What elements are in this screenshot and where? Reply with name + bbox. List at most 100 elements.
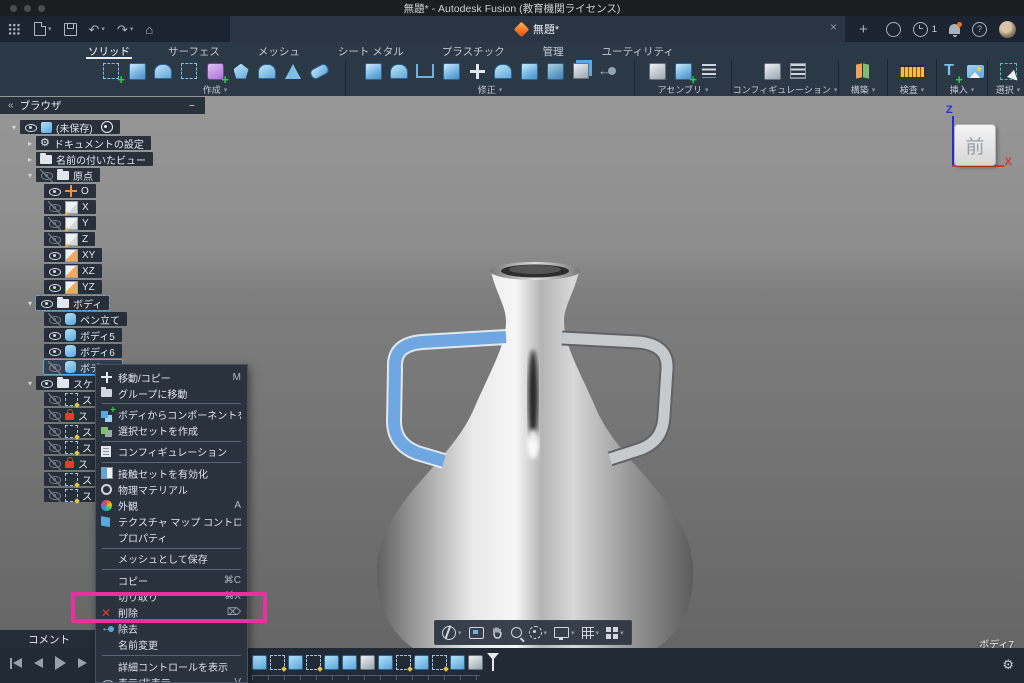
pipe-icon[interactable]: [308, 60, 330, 82]
tab-sheet-metal[interactable]: シート メタル: [336, 44, 406, 59]
revolve-icon[interactable]: [152, 60, 174, 82]
tab-utilities[interactable]: ユーティリティ: [600, 44, 676, 59]
create-form-icon[interactable]: [204, 60, 226, 82]
trim-icon[interactable]: [518, 60, 540, 82]
configuration-icon[interactable]: [761, 60, 783, 82]
align-icon[interactable]: [492, 60, 514, 82]
visibility-eye-icon[interactable]: [40, 377, 53, 390]
timeline-extrude-feature[interactable]: [324, 655, 339, 670]
press-pull-icon[interactable]: [362, 60, 384, 82]
browser-header[interactable]: « ブラウザ −: [0, 97, 205, 114]
menu-item-move-to-group[interactable]: グループに移動: [96, 385, 247, 401]
configuration-dropdown[interactable]: コンフィギュレーション▾: [733, 83, 838, 96]
timeline-revolve-feature[interactable]: [414, 655, 429, 670]
orbit-button[interactable]: ▾: [442, 626, 462, 640]
visibility-eye-icon[interactable]: [48, 217, 61, 230]
menu-item-copy[interactable]: コピー⌘C: [96, 572, 247, 588]
timeline-combine-feature[interactable]: [378, 655, 393, 670]
assemble-dropdown[interactable]: アセンブリ▾: [657, 83, 708, 96]
vase-model[interactable]: [330, 236, 750, 683]
visibility-eye-icon[interactable]: [48, 329, 61, 342]
visibility-eye-icon[interactable]: [48, 457, 61, 470]
remove-icon[interactable]: [596, 60, 618, 82]
timeline-sketch-feature[interactable]: [306, 655, 321, 670]
job-status-icon[interactable]: [913, 22, 928, 37]
close-tab-icon[interactable]: ×: [830, 21, 837, 33]
visibility-eye-icon[interactable]: [48, 361, 61, 374]
timeline-mirror-feature[interactable]: [468, 655, 483, 670]
visibility-eye-icon[interactable]: [48, 393, 61, 406]
menu-item-create-selection-set[interactable]: 選択セットを作成: [96, 423, 247, 439]
select-icon[interactable]: [997, 60, 1019, 82]
tab-mesh[interactable]: メッシュ: [256, 44, 302, 59]
redo-button[interactable]: ↷▾: [117, 23, 133, 36]
visibility-eye-icon[interactable]: [48, 425, 61, 438]
menu-item-show-hide[interactable]: 表示/非表示V: [96, 674, 247, 683]
visibility-eye-icon[interactable]: [48, 409, 61, 422]
construct-plane-icon[interactable]: [852, 60, 874, 82]
tab-plastic[interactable]: プラスチック: [440, 44, 507, 59]
timeline-sketch-feature[interactable]: [270, 655, 285, 670]
sweep-icon[interactable]: [178, 60, 200, 82]
visibility-eye-icon[interactable]: [48, 233, 61, 246]
timeline-combine-feature[interactable]: [342, 655, 357, 670]
minimize-panel-icon[interactable]: −: [189, 100, 195, 112]
visibility-eye-icon[interactable]: [40, 297, 53, 310]
look-at-button[interactable]: [469, 627, 484, 639]
expand-icon[interactable]: ▸: [24, 155, 36, 164]
expand-icon[interactable]: ▾: [24, 171, 36, 180]
insert-derive-icon[interactable]: [646, 60, 668, 82]
tab-surface[interactable]: サーフェス: [166, 44, 222, 59]
visibility-eye-icon[interactable]: [48, 249, 61, 262]
web-icon[interactable]: [256, 60, 278, 82]
file-menu-button[interactable]: ▾: [34, 22, 52, 36]
select-dropdown[interactable]: 選択▾: [996, 83, 1021, 96]
menu-item-show-detailed-controls[interactable]: 詳細コントロールを表示: [96, 658, 247, 674]
new-component-icon[interactable]: [672, 60, 694, 82]
visibility-eye-icon[interactable]: [48, 201, 61, 214]
insert-text-icon[interactable]: T: [938, 60, 960, 82]
shell-icon[interactable]: [414, 60, 436, 82]
tree-row-axis-z[interactable]: Z: [0, 231, 153, 247]
timeline-position-marker[interactable]: [492, 654, 494, 671]
expand-icon[interactable]: ▾: [8, 123, 20, 132]
move-copy-icon[interactable]: [466, 60, 488, 82]
visibility-eye-icon[interactable]: [48, 265, 61, 278]
play-button[interactable]: [55, 656, 66, 670]
tree-row-document[interactable]: ▾(未保存): [0, 119, 153, 135]
insert-canvas-icon[interactable]: [964, 60, 986, 82]
expand-icon[interactable]: ▾: [24, 379, 36, 388]
split-body-icon[interactable]: [570, 60, 592, 82]
new-tab-button[interactable]: +: [859, 22, 868, 37]
app-launcher-icon[interactable]: [8, 23, 20, 35]
inspect-dropdown[interactable]: 検査▾: [900, 83, 925, 96]
tab-solid[interactable]: ソリッド: [86, 44, 132, 59]
menu-item-configuration[interactable]: コンフィギュレーション: [96, 444, 247, 460]
tree-row-body-penholder[interactable]: ペン立て: [0, 311, 153, 327]
timeline-extrude-feature[interactable]: [288, 655, 303, 670]
skip-to-start-button[interactable]: [10, 658, 22, 669]
timeline-move-feature[interactable]: [360, 655, 375, 670]
box-icon[interactable]: [126, 60, 148, 82]
tree-row-axis-y[interactable]: Y: [0, 215, 153, 231]
visibility-eye-icon[interactable]: [48, 489, 61, 502]
help-icon[interactable]: ?: [972, 22, 987, 37]
tree-row-plane-yz[interactable]: YZ: [0, 279, 153, 295]
expand-icon[interactable]: ▾: [24, 299, 36, 308]
close-window-button[interactable]: [10, 5, 17, 12]
menu-item-enable-contact-set[interactable]: 接触セットを有効化: [96, 465, 247, 481]
modify-dropdown[interactable]: 修正▾: [478, 83, 503, 96]
zoom-button[interactable]: [511, 627, 522, 638]
view-cube-front-face[interactable]: 前: [954, 124, 996, 166]
visibility-eye-icon[interactable]: [48, 185, 61, 198]
step-forward-button[interactable]: [78, 658, 87, 668]
visibility-eye-icon[interactable]: [24, 121, 37, 134]
save-button[interactable]: [64, 23, 77, 36]
loft-icon[interactable]: [230, 60, 252, 82]
minimize-window-button[interactable]: [24, 5, 31, 12]
menu-item-move-copy[interactable]: 移動/コピーM: [96, 369, 247, 385]
menu-item-properties[interactable]: プロパティ: [96, 530, 247, 546]
display-settings-button[interactable]: ▾: [554, 627, 575, 638]
extensions-icon[interactable]: [886, 22, 901, 37]
tree-row-document-settings[interactable]: ▸⚙ドキュメントの設定: [0, 135, 153, 151]
